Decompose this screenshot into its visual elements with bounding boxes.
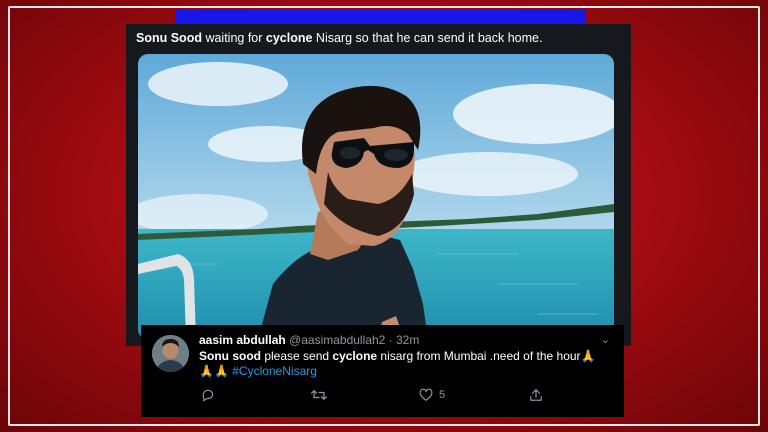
tweet-author-mention: Sonu Sood — [136, 31, 202, 45]
photo-illustration — [138, 54, 614, 339]
tweet-keyword: cyclone — [265, 31, 313, 45]
reply-separator: · — [385, 333, 396, 347]
tweet-actions: 5 — [199, 388, 559, 406]
tweet-text-part2: Nisarg so that he can send it back home. — [312, 31, 543, 45]
heart-icon — [419, 388, 433, 401]
tweet-card[interactable]: Sonu Sood waiting for cyclone Nisarg so … — [126, 24, 631, 346]
reply-header: aasim abdullah @aasimabdullah2 · 32m — [199, 333, 419, 347]
tweet-photo[interactable] — [138, 54, 614, 339]
reply-text-part1: please send — [261, 349, 333, 363]
retweet-action[interactable] — [311, 388, 327, 402]
folded-hands-emoji-pair: 🙏🙏 — [199, 364, 229, 378]
like-count: 5 — [439, 389, 446, 401]
reply-mention-bold: Sonu sood — [199, 349, 261, 363]
tweet-text: Sonu Sood waiting for cyclone Nisarg so … — [136, 30, 624, 46]
avatar-image — [152, 335, 189, 372]
reply-author-name[interactable]: aasim abdullah — [199, 333, 286, 347]
share-action[interactable] — [529, 388, 543, 402]
like-action[interactable]: 5 — [419, 388, 445, 402]
share-icon — [530, 389, 542, 401]
retweet-icon — [311, 390, 327, 400]
folded-hands-emoji: 🙏 — [580, 349, 596, 363]
reply-text-part2: nisarg from Mumbai .need of the hour — [377, 349, 581, 363]
tweet-text-part1: waiting for — [201, 31, 266, 45]
blue-banner-strip — [175, 9, 586, 25]
reply-text: Sonu sood please send cyclone nisarg fro… — [199, 349, 614, 379]
reply-timestamp[interactable]: 32m — [396, 333, 419, 347]
avatar[interactable] — [152, 335, 189, 372]
hashtag-link[interactable]: #CycloneNisarg — [232, 364, 317, 378]
reply-tweet-card[interactable]: aasim abdullah @aasimabdullah2 · 32m ⌄ S… — [141, 325, 624, 417]
reply-action[interactable] — [201, 388, 215, 402]
more-options-caret-icon[interactable]: ⌄ — [601, 333, 610, 346]
reply-keyword: cyclone — [332, 349, 378, 363]
reply-icon — [202, 389, 214, 402]
reply-handle[interactable]: @aasimabdullah2 — [289, 333, 385, 347]
